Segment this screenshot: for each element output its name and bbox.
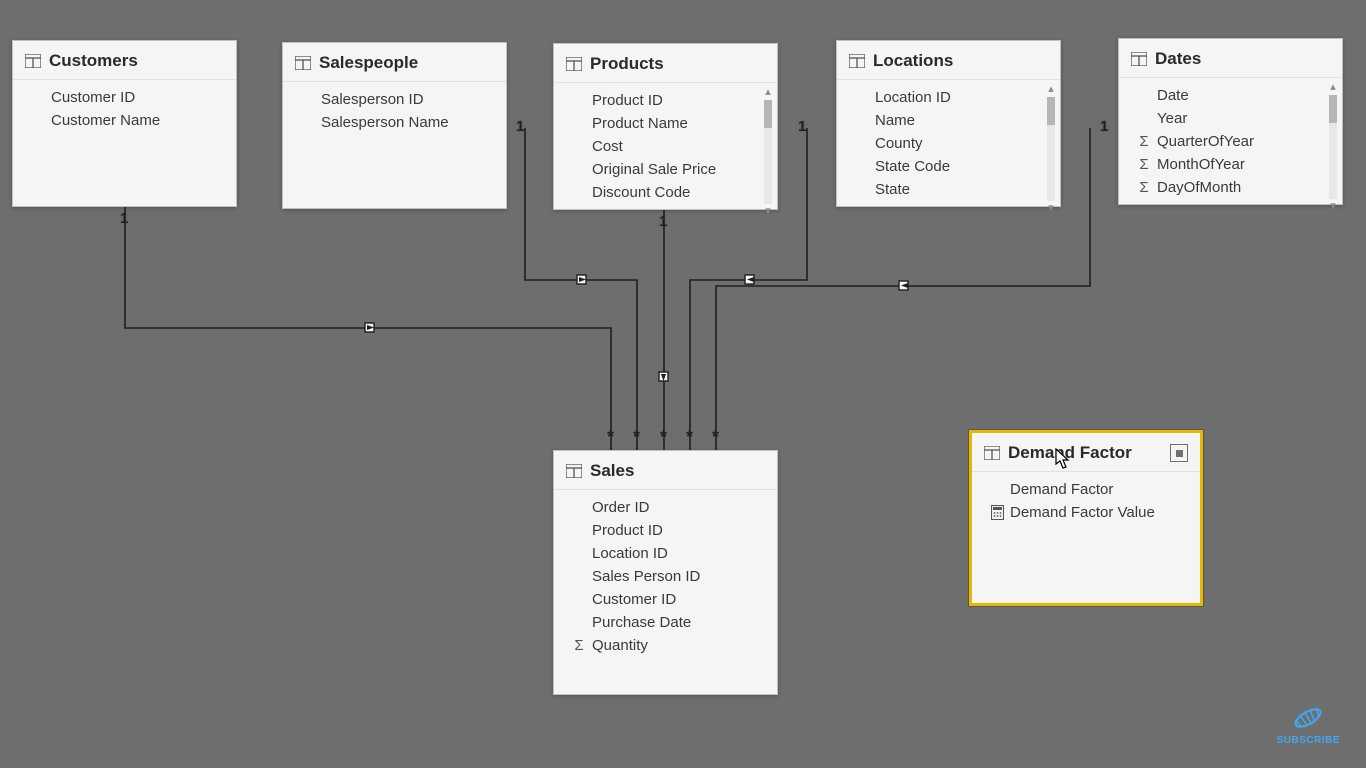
sigma-icon: Σ [1133,179,1155,196]
table-header[interactable]: Salespeople [283,43,506,82]
sigma-icon: Σ [1133,156,1155,173]
scrollbar[interactable]: ▴ ▾ [1044,84,1058,214]
subscribe-watermark: SUBSCRIBE [1277,703,1340,746]
table-icon [566,57,582,71]
table-salespeople[interactable]: Salespeople Salesperson ID Salesperson N… [282,42,507,209]
field[interactable]: ΣQuantity [554,634,777,657]
cardinality-many: * [686,427,693,448]
field-list: Date Year ΣQuarterOfYear ΣMonthOfYear ΣD… [1119,78,1342,216]
field-list: Order ID Product ID Location ID Sales Pe… [554,490,777,667]
table-header[interactable]: Dates [1119,39,1342,78]
field[interactable]: Sales Person ID [554,565,777,588]
table-customers[interactable]: Customers Customer ID Customer Name [12,40,237,207]
table-header[interactable]: Customers [13,41,236,80]
field[interactable]: State [837,178,1060,201]
field[interactable]: Demand Factor [972,478,1200,501]
field[interactable]: Year [1119,107,1342,130]
field[interactable]: Order ID [554,496,777,519]
scroll-down-icon[interactable]: ▾ [1330,201,1336,212]
field[interactable]: Date [1119,84,1342,107]
field[interactable]: ΣQuarterOfYear [1119,130,1342,153]
field-list: Location ID Name County State Code State… [837,80,1060,218]
cardinality-many: * [712,427,719,448]
field[interactable]: Location ID [554,542,777,565]
table-header[interactable]: Sales [554,451,777,490]
subscribe-label: SUBSCRIBE [1277,735,1340,746]
cardinality-one: 1 [516,118,524,135]
table-sales[interactable]: Sales Order ID Product ID Location ID Sa… [553,450,778,695]
table-header[interactable]: Products [554,44,777,83]
table-header[interactable]: Locations [837,41,1060,80]
table-title: Salespeople [319,53,418,73]
field[interactable]: Product Name [554,112,777,135]
field[interactable]: Product ID [554,89,777,112]
field[interactable]: Location ID [837,86,1060,109]
table-icon [984,446,1000,460]
table-header[interactable]: Demand Factor [972,433,1200,472]
field[interactable]: Salesperson ID [283,88,506,111]
cardinality-many: * [607,427,614,448]
scroll-up-icon[interactable]: ▴ [1048,84,1054,95]
calculator-icon [986,505,1008,520]
field-list: Salesperson ID Salesperson Name [283,82,506,144]
table-title: Dates [1155,49,1201,69]
table-title: Sales [590,461,634,481]
maximize-icon[interactable] [1170,444,1188,462]
field[interactable]: Purchase Date [554,611,777,634]
cardinality-many: * [660,427,667,448]
field[interactable]: Discount Code [554,181,777,204]
field[interactable]: Demand Factor Value [972,501,1200,524]
scrollbar[interactable]: ▴ ▾ [761,87,775,217]
sigma-icon: Σ [568,637,590,654]
field-list: Demand Factor Demand Factor Value [972,472,1200,534]
field[interactable]: ΣDayOfMonth [1119,176,1342,199]
field[interactable]: Salesperson Name [283,111,506,134]
field[interactable]: Product ID [554,519,777,542]
cardinality-one: 1 [798,118,806,135]
table-icon [25,54,41,68]
table-title: Demand Factor [1008,443,1132,463]
scrollbar[interactable]: ▴ ▾ [1326,82,1340,212]
field[interactable]: County [837,132,1060,155]
scroll-down-icon[interactable]: ▾ [1048,203,1054,214]
cardinality-one: 1 [120,210,128,227]
field[interactable]: Cost [554,135,777,158]
field[interactable]: Customer ID [554,588,777,611]
table-demand-factor[interactable]: Demand Factor Demand Factor Demand Facto… [969,430,1203,606]
field[interactable]: Customer Name [13,109,236,132]
field-list: Customer ID Customer Name [13,80,236,142]
table-products[interactable]: Products Product ID Product Name Cost Or… [553,43,778,210]
model-canvas[interactable]: 1 1 1 1 1 * * * * * Customers Customer I… [0,0,1366,768]
scroll-up-icon[interactable]: ▴ [765,87,771,98]
table-icon [295,56,311,70]
table-dates[interactable]: Dates Date Year ΣQuarterOfYear ΣMonthOfY… [1118,38,1343,205]
table-icon [566,464,582,478]
field[interactable]: State Code [837,155,1060,178]
table-title: Customers [49,51,138,71]
scroll-up-icon[interactable]: ▴ [1330,82,1336,93]
table-locations[interactable]: Locations Location ID Name County State … [836,40,1061,207]
table-title: Products [590,54,664,74]
table-icon [1131,52,1147,66]
scroll-down-icon[interactable]: ▾ [765,206,771,217]
field[interactable]: Name [837,109,1060,132]
table-title: Locations [873,51,953,71]
cardinality-one: 1 [1100,118,1108,135]
field[interactable]: Original Sale Price [554,158,777,181]
cardinality-many: * [633,427,640,448]
field[interactable]: ΣMonthOfYear [1119,153,1342,176]
field[interactable]: Customer ID [13,86,236,109]
field-list: Product ID Product Name Cost Original Sa… [554,83,777,221]
sigma-icon: Σ [1133,133,1155,150]
table-icon [849,54,865,68]
